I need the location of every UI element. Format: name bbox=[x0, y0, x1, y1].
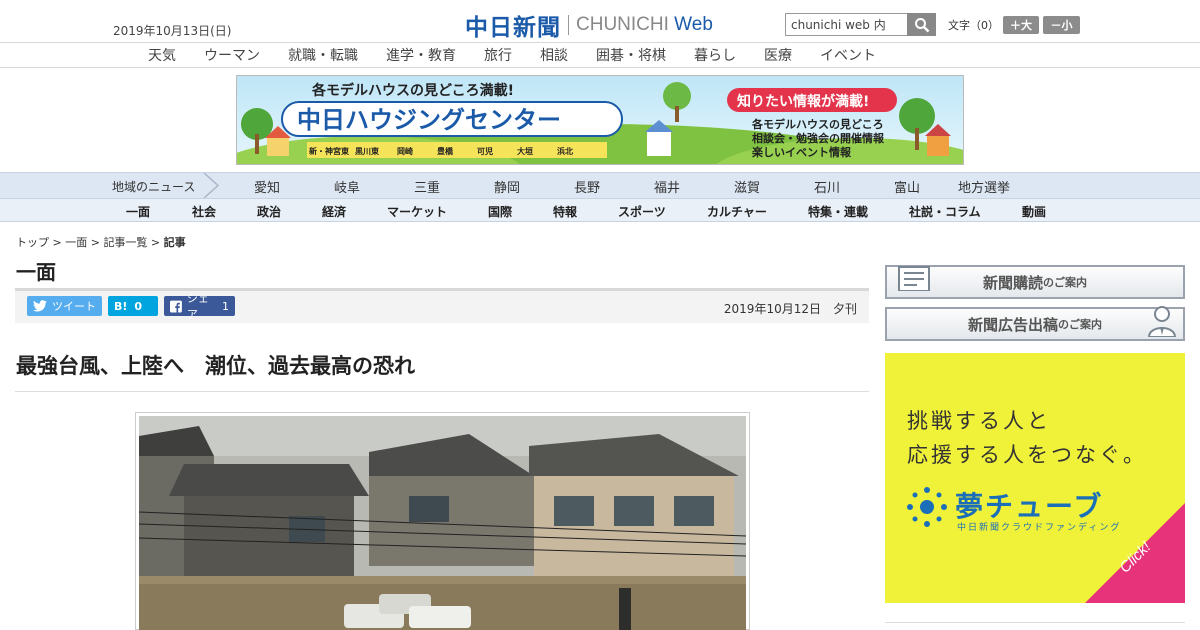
section-features[interactable]: 特集・連載 bbox=[808, 203, 868, 220]
ad-placement-info-button[interactable]: 新聞広告出稿 のご案内 bbox=[885, 306, 1185, 341]
subscription-label: 新聞購読 bbox=[982, 273, 1043, 292]
section-politics[interactable]: 政治 bbox=[257, 203, 281, 220]
section-video[interactable]: 動画 bbox=[1022, 203, 1046, 220]
logo-japanese: 中日新聞 bbox=[465, 15, 561, 41]
search-input[interactable] bbox=[785, 13, 908, 36]
banner-point-3: 楽しいイベント情報 bbox=[751, 145, 852, 159]
topnav-jobs[interactable]: 就職・転職 bbox=[288, 45, 358, 65]
article-photo bbox=[135, 412, 750, 630]
hatena-icon: B! bbox=[114, 299, 128, 313]
banner-top-text: 各モデルハウスの見どころ満載! bbox=[311, 82, 514, 99]
topnav-igo-shogi[interactable]: 囲碁・将棋 bbox=[596, 45, 666, 65]
section-nav: 一面 社会 政治 経済 マーケット 国際 特報 スポーツ カルチャー 特集・連載… bbox=[0, 198, 1200, 222]
banner-location-5: 可児 bbox=[477, 147, 493, 156]
banner-location-4: 豊橋 bbox=[437, 146, 454, 156]
section-sports[interactable]: スポーツ bbox=[618, 203, 666, 220]
yume-tube-crowdfunding-ad[interactable]: 挑戦する人と 応援する人をつなぐ。 夢チューブ 中日新聞クラウドファンディング … bbox=[885, 353, 1185, 603]
region-aichi[interactable]: 愛知 bbox=[254, 177, 280, 196]
topnav-consult[interactable]: 相談 bbox=[540, 45, 568, 65]
search-button[interactable] bbox=[907, 13, 936, 36]
topnav-weather[interactable]: 天気 bbox=[148, 45, 176, 65]
topnav-education[interactable]: 進学・教育 bbox=[386, 45, 456, 65]
section-front-page[interactable]: 一面 bbox=[126, 203, 150, 220]
banner-title: 中日ハウジングセンター bbox=[297, 106, 561, 134]
search-icon bbox=[914, 17, 929, 32]
hatena-count: 0 bbox=[134, 299, 143, 313]
flooded-street-photo bbox=[138, 416, 747, 630]
font-size-label: 文字（0） bbox=[948, 19, 999, 32]
font-size-decrease-button[interactable]: －小 bbox=[1043, 16, 1080, 34]
section-international[interactable]: 国際 bbox=[488, 203, 512, 220]
article-date: 2019年10月12日 夕刊 bbox=[723, 302, 857, 316]
topnav-travel[interactable]: 旅行 bbox=[484, 45, 512, 65]
subscription-sub-label: のご案内 bbox=[1043, 276, 1087, 289]
businessman-icon bbox=[1147, 306, 1177, 337]
breadcrumb-current: 記事 bbox=[163, 236, 186, 249]
ad-placement-label: 新聞広告出稿 bbox=[967, 315, 1058, 334]
section-market[interactable]: マーケット bbox=[387, 203, 447, 220]
tweet-button[interactable]: ツイート bbox=[27, 296, 102, 316]
facebook-share-label: シェア bbox=[186, 292, 209, 321]
regional-news-nav: 地域のニュース 愛知 岐阜 三重 静岡 長野 福井 滋賀 石川 富山 地方選挙 bbox=[0, 172, 1200, 198]
region-nagano[interactable]: 長野 bbox=[574, 177, 600, 196]
section-culture[interactable]: カルチャー bbox=[707, 203, 767, 220]
section-economy[interactable]: 経済 bbox=[322, 203, 346, 220]
facebook-icon bbox=[170, 300, 182, 312]
logo-english: CHUNICHI Web bbox=[576, 14, 713, 35]
topnav-events[interactable]: イベント bbox=[820, 45, 876, 65]
share-bar: ツイート B! 0 シェア 1 2019年10月12日 夕刊 bbox=[15, 288, 869, 323]
site-header: 2019年10月13日(日) 中日新聞 CHUNICHI Web 文字（0） ＋… bbox=[0, 0, 1200, 43]
region-gifu[interactable]: 岐阜 bbox=[334, 177, 360, 196]
banner-point-1: 各モデルハウスの見どころ bbox=[751, 117, 884, 131]
region-mie[interactable]: 三重 bbox=[414, 177, 440, 196]
hatena-bookmark-button[interactable]: B! 0 bbox=[108, 296, 158, 316]
region-ishikawa[interactable]: 石川 bbox=[814, 177, 840, 196]
facebook-share-count: 1 bbox=[222, 299, 229, 313]
topnav-living[interactable]: 暮らし bbox=[694, 45, 736, 65]
breadcrumb-article-list[interactable]: 記事一覧 bbox=[103, 236, 147, 249]
chevron-right-icon bbox=[203, 173, 220, 198]
banner-badge: 知りたい情報が満載! bbox=[737, 93, 869, 110]
section-society[interactable]: 社会 bbox=[192, 203, 216, 220]
article-headline: 最強台風、上陸へ 潮位、過去最高の恐れ bbox=[16, 354, 415, 378]
section-special-report[interactable]: 特報 bbox=[553, 203, 577, 220]
tweet-label: ツイート bbox=[52, 300, 96, 313]
breadcrumb-front-page[interactable]: 一面 bbox=[65, 236, 87, 249]
click-corner-ribbon bbox=[1085, 503, 1185, 603]
page-title: 一面 bbox=[16, 260, 56, 284]
banner-location-7: 浜北 bbox=[557, 146, 573, 156]
site-logo[interactable]: 中日新聞 CHUNICHI Web bbox=[465, 8, 713, 42]
facebook-share-button[interactable]: シェア 1 bbox=[164, 292, 235, 321]
region-fukui[interactable]: 福井 bbox=[654, 177, 680, 196]
breadcrumb: トップ > 一面 > 記事一覧 > 記事 bbox=[16, 236, 186, 249]
banner-location-3: 岡崎 bbox=[397, 146, 413, 156]
font-size-increase-button[interactable]: ＋大 bbox=[1003, 16, 1039, 34]
ad-placement-sub-label: のご案内 bbox=[1058, 318, 1102, 331]
sidebar-divider bbox=[885, 622, 1185, 623]
section-editorials[interactable]: 社説・コラム bbox=[909, 203, 981, 220]
breadcrumb-top[interactable]: トップ bbox=[16, 236, 49, 249]
header-date: 2019年10月13日(日) bbox=[113, 24, 232, 38]
banner-location-2: 黒川東 bbox=[355, 146, 379, 156]
housing-center-banner-ad[interactable]: 各モデルハウスの見どころ満載! 中日ハウジングセンター 知りたい情報が満載! 各… bbox=[236, 75, 964, 165]
banner-location-6: 大垣 bbox=[517, 146, 533, 156]
region-shiga[interactable]: 滋賀 bbox=[734, 177, 760, 196]
newspaper-icon bbox=[898, 266, 930, 291]
banner-illustration: 各モデルハウスの見どころ満載! 中日ハウジングセンター 知りたい情報が満載! 各… bbox=[237, 76, 963, 164]
banner-location-1: 新・神宮東 bbox=[309, 146, 349, 156]
region-toyama[interactable]: 富山 bbox=[894, 177, 920, 196]
region-local-elections[interactable]: 地方選挙 bbox=[958, 177, 1010, 196]
banner-point-2: 相談会・勉強会の開催情報 bbox=[752, 131, 885, 145]
subscription-info-button[interactable]: 新聞購読 のご案内 bbox=[885, 265, 1185, 299]
regional-news-label: 地域のニュース bbox=[112, 180, 196, 194]
headline-divider bbox=[15, 391, 869, 392]
logo-divider bbox=[568, 15, 569, 35]
top-navigation: 天気 ウーマン 就職・転職 進学・教育 旅行 相談 囲碁・将棋 暮らし 医療 イ… bbox=[0, 43, 1200, 68]
region-shizuoka[interactable]: 静岡 bbox=[494, 177, 520, 196]
topnav-woman[interactable]: ウーマン bbox=[204, 45, 260, 65]
topnav-medical[interactable]: 医療 bbox=[764, 45, 792, 65]
twitter-icon bbox=[33, 300, 47, 312]
